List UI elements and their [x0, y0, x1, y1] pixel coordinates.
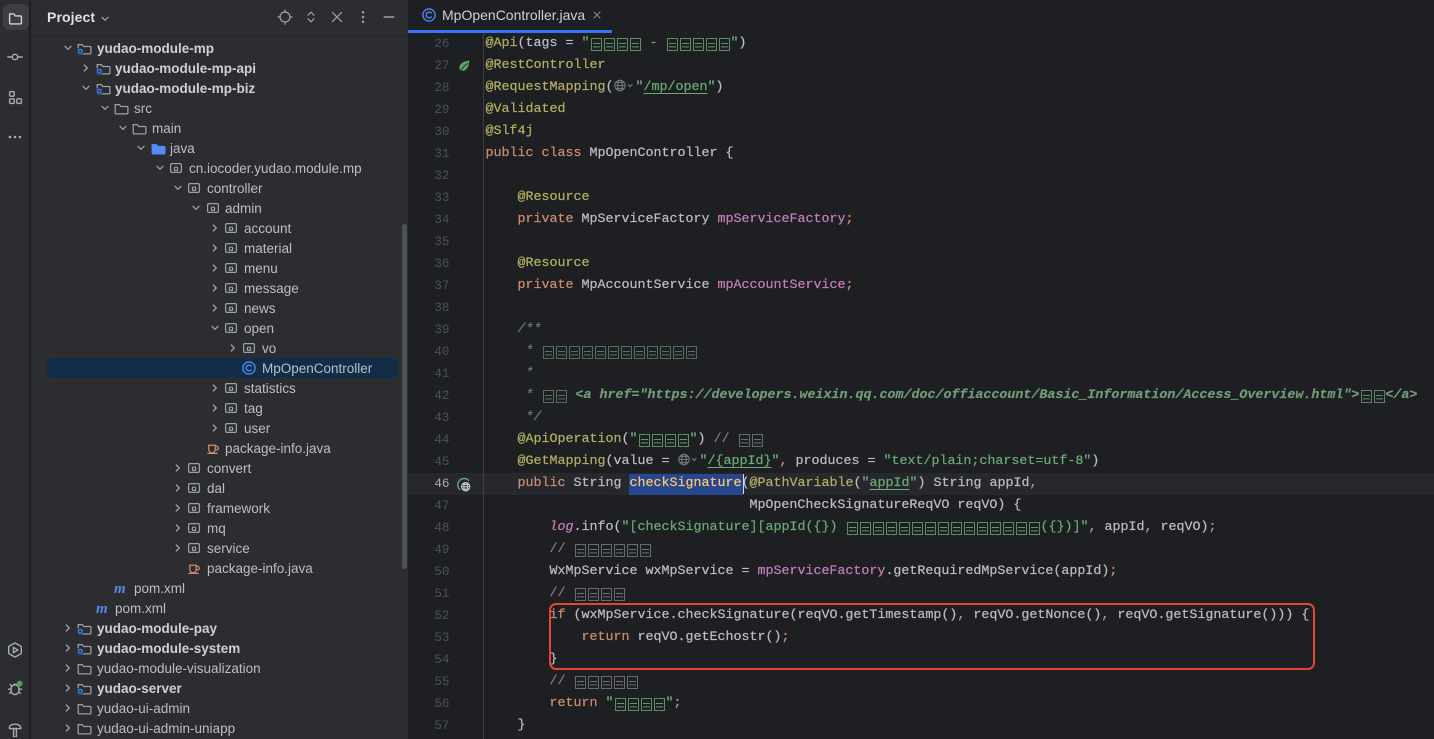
svg-text:m: m	[96, 601, 108, 616]
svg-text:m: m	[114, 581, 126, 596]
